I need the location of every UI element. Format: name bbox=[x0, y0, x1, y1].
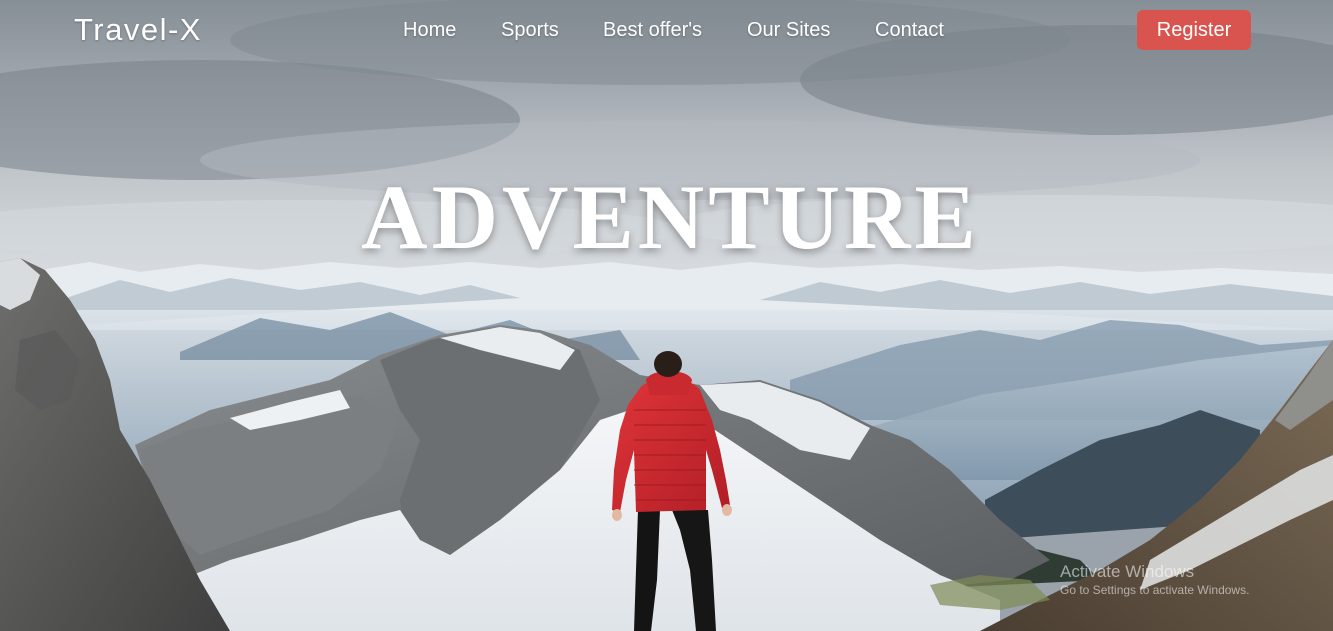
watermark-subtitle: Go to Settings to activate Windows. bbox=[1060, 583, 1250, 597]
nav-link-home[interactable]: Home bbox=[403, 18, 456, 42]
watermark-title: Activate Windows bbox=[1060, 562, 1195, 581]
activate-windows-watermark: Activate Windows Go to Settings to activ… bbox=[1060, 562, 1249, 598]
nav-menu: Home Sports Best offer's Our Sites Conta… bbox=[0, 0, 1333, 60]
navbar: Travel-X Home Sports Best offer's Our Si… bbox=[0, 0, 1333, 60]
nav-link-contact[interactable]: Contact bbox=[875, 18, 944, 42]
hero-title: ADVENTURE bbox=[361, 166, 980, 268]
nav-link-sports[interactable]: Sports bbox=[501, 18, 559, 42]
hero-section: Travel-X Home Sports Best offer's Our Si… bbox=[0, 0, 1333, 631]
nav-link-our-sites[interactable]: Our Sites bbox=[747, 18, 830, 42]
register-button[interactable]: Register bbox=[1137, 10, 1251, 50]
nav-link-best-offers[interactable]: Best offer's bbox=[603, 18, 702, 42]
hero-background-image bbox=[0, 0, 1333, 631]
